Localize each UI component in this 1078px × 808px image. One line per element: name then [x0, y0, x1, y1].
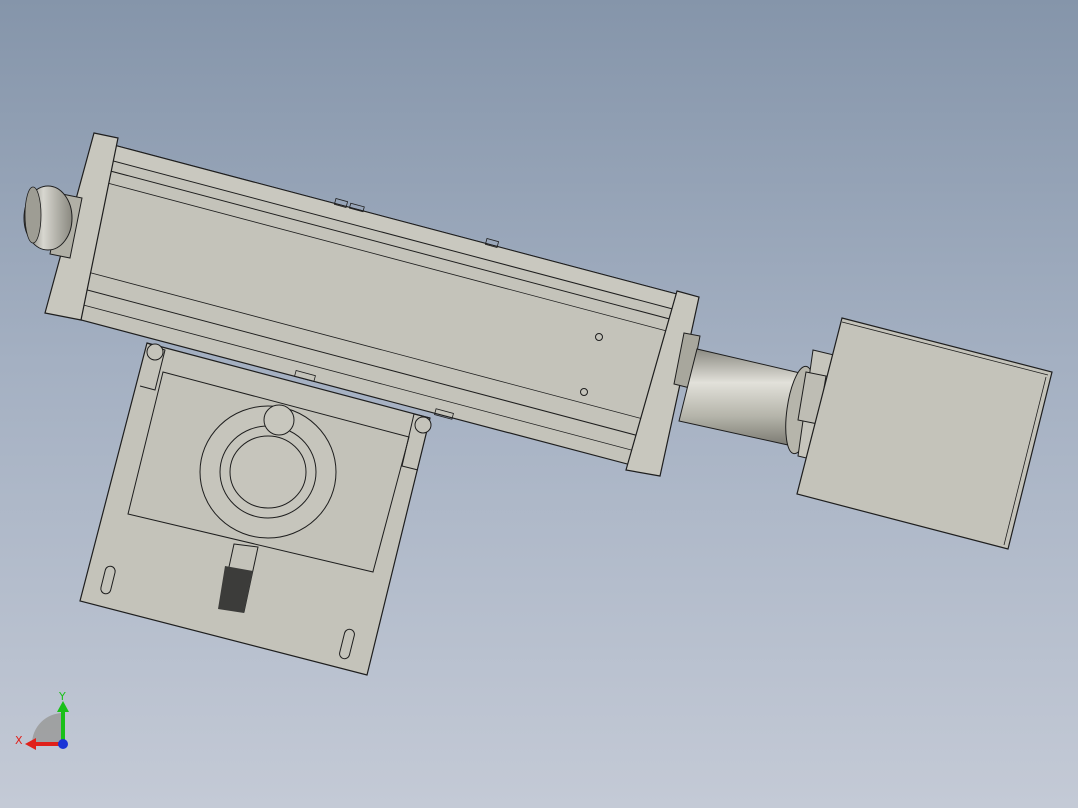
- motor-housing: [796, 317, 1053, 550]
- drive-shaft[interactable]: [673, 332, 819, 455]
- view-triad: Y X: [15, 690, 69, 750]
- x-axis-arrow-head: [25, 738, 36, 750]
- x-axis-label: X: [15, 734, 23, 747]
- graphics-viewport[interactable]: Y X: [0, 0, 1078, 808]
- z-axis-dot-icon: [58, 739, 68, 749]
- bolt-head: [414, 416, 432, 434]
- model-view[interactable]: Y X: [0, 0, 1078, 808]
- screw-hole: [595, 333, 603, 341]
- motor-block[interactable]: [796, 317, 1053, 550]
- rotary-ring-inner: [229, 435, 307, 509]
- shaft-body: [678, 348, 801, 446]
- y-axis-label: Y: [58, 690, 66, 703]
- nozzle-face: [24, 186, 42, 244]
- bolt-head: [146, 343, 164, 361]
- rotary-knob: [263, 404, 295, 436]
- screw-hole: [580, 388, 588, 396]
- triad-plane-shading: [32, 713, 63, 744]
